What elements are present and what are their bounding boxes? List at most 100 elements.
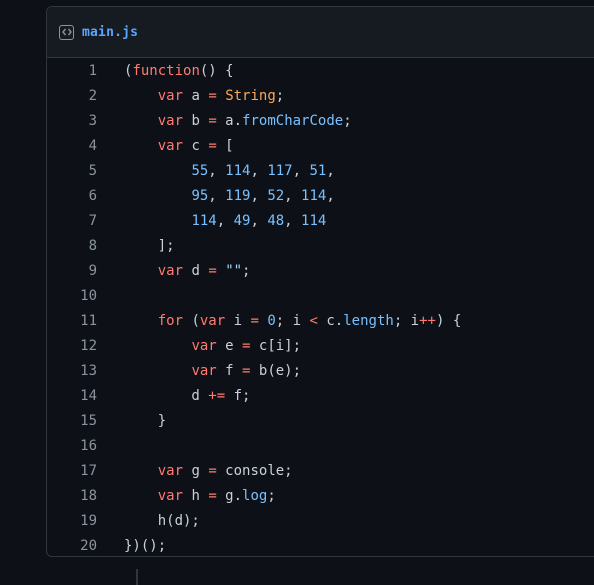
code-token: , bbox=[208, 188, 226, 204]
code-token: [ bbox=[216, 138, 234, 154]
code-token: c bbox=[183, 138, 209, 154]
code-token: function bbox=[132, 63, 200, 79]
code-line: 7 114, 49, 48, 114 bbox=[47, 209, 594, 234]
code-viewer-header: main.js bbox=[47, 7, 594, 58]
line-number[interactable]: 20 bbox=[47, 534, 97, 556]
code-line: 8 ]; bbox=[47, 234, 594, 259]
line-code: var d = ""; bbox=[97, 259, 251, 284]
code-token: = bbox=[208, 488, 217, 504]
code-token: d bbox=[183, 263, 209, 279]
code-token: b(e); bbox=[250, 363, 302, 379]
code-token: 119 bbox=[225, 188, 251, 204]
code-token: c[i]; bbox=[250, 338, 302, 354]
code-token: var bbox=[191, 363, 217, 379]
line-number[interactable]: 10 bbox=[47, 284, 97, 309]
line-code: h(d); bbox=[97, 509, 200, 534]
code-token: } bbox=[124, 413, 167, 429]
line-number[interactable]: 9 bbox=[47, 259, 97, 284]
line-code: var f = b(e); bbox=[97, 359, 301, 384]
code-line: 3 var b = a.fromCharCode; bbox=[47, 109, 594, 134]
line-code: })(); bbox=[97, 534, 166, 556]
code-token: var bbox=[157, 463, 184, 479]
code-token: b bbox=[183, 113, 209, 129]
code-token: , bbox=[292, 163, 310, 179]
line-number[interactable]: 19 bbox=[47, 509, 97, 534]
line-number[interactable]: 8 bbox=[47, 234, 97, 259]
code-token: var bbox=[157, 138, 184, 154]
code-token: a. bbox=[216, 113, 243, 129]
line-number[interactable]: 5 bbox=[47, 159, 97, 184]
code-token: ) { bbox=[435, 313, 462, 329]
line-code: ]; bbox=[97, 234, 175, 259]
code-token: a bbox=[183, 88, 209, 104]
line-code: 55, 114, 117, 51, bbox=[97, 159, 335, 184]
line-number[interactable]: 11 bbox=[47, 309, 97, 334]
code-token: e bbox=[216, 338, 243, 354]
line-number[interactable]: 4 bbox=[47, 134, 97, 159]
code-token: var bbox=[191, 338, 217, 354]
file-name[interactable]: main.js bbox=[82, 25, 138, 40]
code-token: var bbox=[157, 113, 184, 129]
code-token: ; i bbox=[275, 313, 310, 329]
code-token: , bbox=[216, 213, 234, 229]
code-token: var bbox=[157, 88, 184, 104]
code-line: 18 var h = g.log; bbox=[47, 484, 594, 509]
line-code: 95, 119, 52, 114, bbox=[97, 184, 334, 209]
code-line: 20})(); bbox=[47, 534, 594, 556]
code-brackets-icon bbox=[61, 28, 72, 36]
line-number[interactable]: 7 bbox=[47, 209, 97, 234]
code-token: length bbox=[343, 313, 394, 329]
code-token: 48 bbox=[267, 213, 285, 229]
code-token: = bbox=[208, 88, 217, 104]
code-token: h bbox=[183, 488, 209, 504]
code-line: 4 var c = [ bbox=[47, 134, 594, 159]
code-token: = bbox=[250, 313, 259, 329]
code-token: 49 bbox=[233, 213, 251, 229]
code-token: ; bbox=[343, 113, 352, 129]
line-code: var b = a.fromCharCode; bbox=[97, 109, 352, 134]
code-line: 16 bbox=[47, 434, 594, 459]
code-token: g bbox=[183, 463, 209, 479]
line-number[interactable]: 2 bbox=[47, 84, 97, 109]
code-token: , bbox=[284, 188, 302, 204]
code-token: var bbox=[157, 488, 184, 504]
line-number[interactable]: 3 bbox=[47, 109, 97, 134]
code-token: 114 bbox=[191, 213, 217, 229]
code-token: 0 bbox=[267, 313, 276, 329]
code-token: += bbox=[208, 388, 226, 404]
code-line: 9 var d = ""; bbox=[47, 259, 594, 284]
code-token: , bbox=[326, 163, 335, 179]
line-number[interactable]: 17 bbox=[47, 459, 97, 484]
line-number[interactable]: 18 bbox=[47, 484, 97, 509]
line-code: var h = g.log; bbox=[97, 484, 276, 509]
code-line: 19 h(d); bbox=[47, 509, 594, 534]
code-token: ; bbox=[275, 88, 285, 104]
line-number[interactable]: 13 bbox=[47, 359, 97, 384]
scroll-divider bbox=[136, 569, 138, 585]
line-number[interactable]: 14 bbox=[47, 384, 97, 409]
line-code: var a = String; bbox=[97, 84, 284, 109]
line-number[interactable]: 12 bbox=[47, 334, 97, 359]
code-line: 5 55, 114, 117, 51, bbox=[47, 159, 594, 184]
line-number[interactable]: 6 bbox=[47, 184, 97, 209]
code-token: log bbox=[242, 488, 268, 504]
code-token: () { bbox=[199, 63, 234, 79]
line-number[interactable]: 1 bbox=[47, 59, 97, 84]
line-code: (function() { bbox=[97, 59, 234, 84]
code-body: 1 (function() {2 var a = String; 3 var b =… bbox=[47, 58, 594, 556]
code-token: f; bbox=[225, 388, 251, 404]
code-token: 95 bbox=[191, 188, 209, 204]
code-token: ; bbox=[242, 263, 251, 279]
code-token: c. bbox=[317, 313, 344, 329]
code-viewer: main.js 1 (function() {2 var a = String; 3… bbox=[46, 6, 594, 557]
line-number[interactable]: 16 bbox=[47, 434, 97, 459]
code-token: g. bbox=[216, 488, 243, 504]
line-number[interactable]: 15 bbox=[47, 409, 97, 434]
line-code: } bbox=[97, 409, 166, 434]
code-token: = bbox=[208, 138, 217, 154]
